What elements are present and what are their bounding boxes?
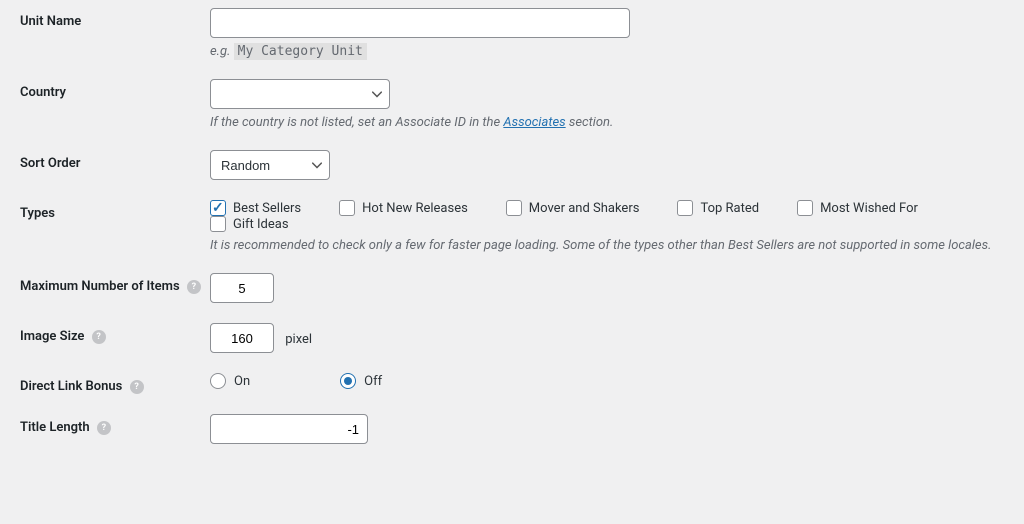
types-checkbox-label: Hot New Releases (362, 201, 468, 216)
country-select[interactable] (210, 79, 390, 109)
types-checkbox-label: Best Sellers (233, 201, 301, 216)
types-checkbox[interactable] (506, 200, 522, 216)
types-checkbox-label: Top Rated (700, 201, 759, 216)
max-items-input[interactable] (210, 273, 274, 303)
types-checkbox[interactable] (339, 200, 355, 216)
image-size-unit: pixel (285, 332, 312, 347)
direct-link-on-radio[interactable] (210, 373, 226, 389)
direct-link-off-label: Off (364, 374, 382, 389)
info-icon[interactable]: ? (92, 330, 106, 344)
associates-link[interactable]: Associates (503, 115, 565, 130)
types-checkbox-label: Gift Ideas (233, 217, 289, 232)
types-checkbox-label: Mover and Shakers (529, 201, 640, 216)
sort-order-label: Sort Order (20, 150, 210, 171)
types-checkbox[interactable] (210, 200, 226, 216)
country-label: Country (20, 79, 210, 100)
types-checkbox[interactable] (677, 200, 693, 216)
country-help: If the country is not listed, set an Ass… (210, 115, 1004, 130)
image-size-input[interactable] (210, 323, 274, 353)
types-checkbox[interactable] (797, 200, 813, 216)
direct-link-on-label: On (234, 374, 250, 389)
title-length-label: Title Length ? (20, 414, 210, 435)
unit-name-input[interactable] (210, 8, 630, 38)
direct-link-bonus-label: Direct Link Bonus ? (20, 373, 210, 394)
image-size-label: Image Size ? (20, 323, 210, 344)
unit-name-help: e.g. My Category Unit (210, 44, 1004, 59)
direct-link-off-radio[interactable] (340, 373, 356, 389)
types-help: It is recommended to check only a few fo… (210, 238, 1004, 253)
title-length-input[interactable] (210, 414, 368, 444)
unit-name-label: Unit Name (20, 8, 210, 29)
types-checkbox-label: Most Wished For (820, 201, 918, 216)
sort-order-select[interactable]: Random (210, 150, 330, 180)
info-icon[interactable]: ? (97, 421, 111, 435)
types-label: Types (20, 200, 210, 221)
info-icon[interactable]: ? (130, 380, 144, 394)
types-checkbox[interactable] (210, 216, 226, 232)
info-icon[interactable]: ? (187, 280, 201, 294)
max-items-label: Maximum Number of Items ? (20, 273, 210, 294)
